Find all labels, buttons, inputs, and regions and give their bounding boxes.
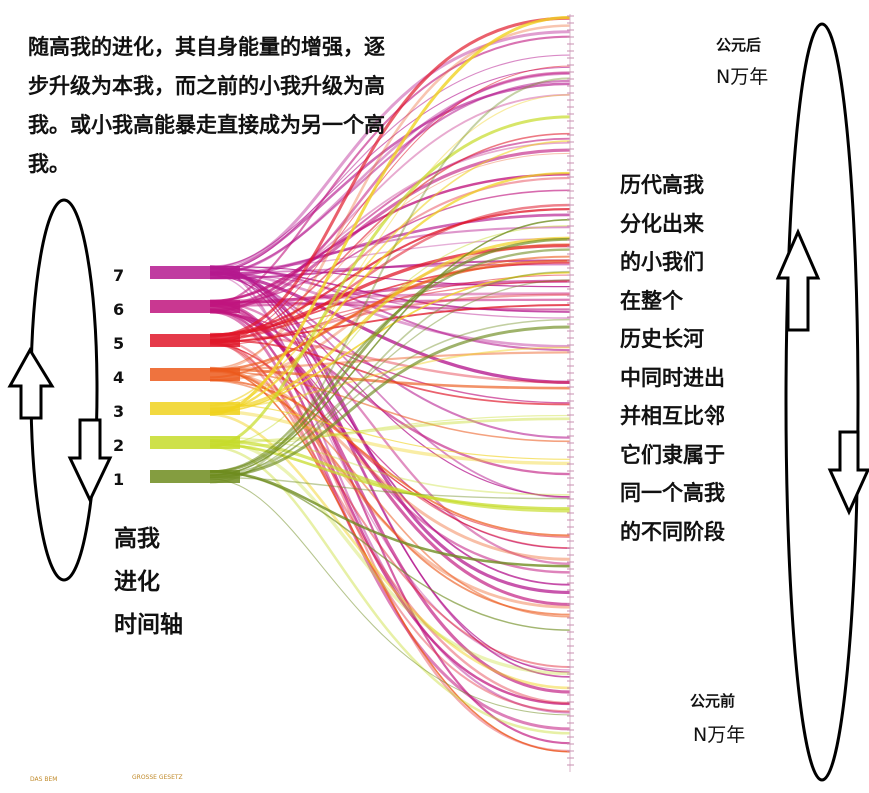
right-desc-line: 并相互比邻 (620, 404, 725, 428)
up-arrow-icon (7, 347, 55, 420)
right-description: 历代高我 分化出来 的小我们 在整个 历史长河 中同时进出 并相互比邻 它们隶属… (620, 166, 760, 551)
level-label-5: 5 (113, 334, 125, 353)
time-bottom-label: 公元前 (690, 692, 736, 710)
axis-label-line: 高我 (114, 526, 160, 552)
level-label-3: 3 (113, 402, 125, 421)
axis-label-line: 时间轴 (114, 612, 183, 638)
time-top-span: N万年 (716, 66, 769, 88)
corner-caption: GROSSE GESETZ (132, 774, 183, 781)
level-label-4: 4 (113, 368, 125, 387)
level-label-6: 6 (113, 300, 125, 319)
intro-text: 随高我的进化，其自身能量的增强，逐步升级为本我，而之前的小我升级为高我。或小我高… (28, 35, 385, 176)
right-time-ellipse (784, 22, 860, 782)
axis-label-line: 进化 (114, 569, 160, 595)
up-arrow-icon (775, 228, 821, 332)
time-axis-label: 高我 进化 时间轴 (114, 518, 184, 647)
down-arrow-icon (67, 418, 113, 504)
right-desc-line: 它们隶属于 (620, 442, 725, 467)
right-desc-line: 的不同阶段 (620, 519, 725, 544)
time-top-label: 公元后 (716, 36, 762, 54)
right-desc-line: 同一个高我 (620, 481, 725, 505)
right-desc-line: 在整个 (620, 288, 683, 313)
level-label-7: 7 (113, 266, 125, 285)
level-label-1: 1 (113, 470, 125, 489)
right-desc-line: 的小我们 (620, 250, 704, 274)
level-label-2: 2 (113, 436, 125, 455)
diagram-stage: 随高我的进化，其自身能量的增强，逐步升级为本我，而之前的小我升级为高我。或小我高… (0, 0, 869, 793)
corner-caption: DAS BEM (30, 776, 58, 783)
right-desc-line: 历代高我 (620, 173, 704, 197)
down-arrow-icon (827, 430, 869, 516)
time-bottom-span: N万年 (693, 724, 746, 746)
right-desc-line: 历史长河 (620, 327, 704, 351)
right-desc-line: 分化出来 (620, 211, 704, 236)
right-desc-line: 中同时进出 (620, 365, 725, 390)
